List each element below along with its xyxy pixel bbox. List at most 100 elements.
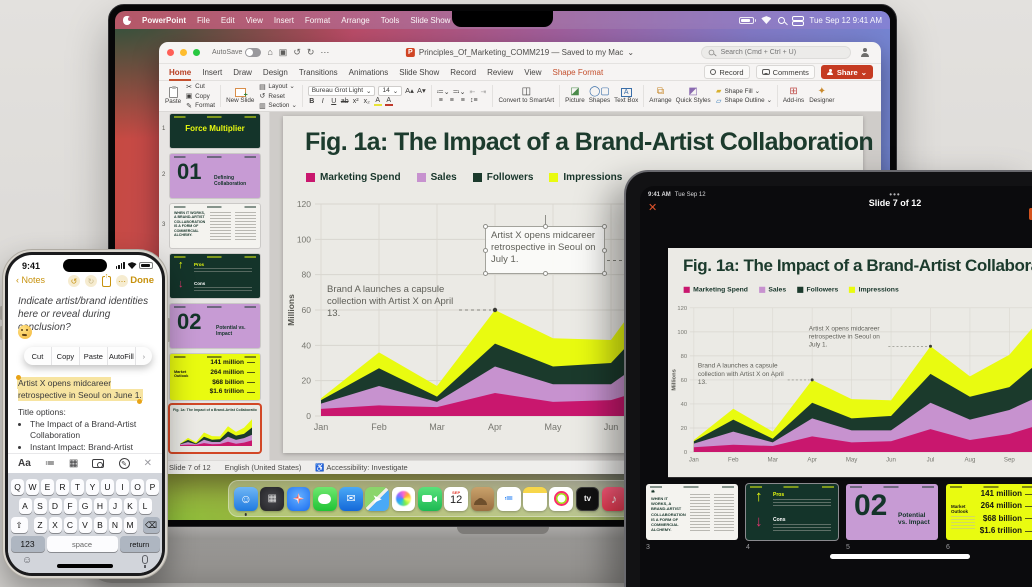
convert-smartart-button[interactable]: ◫Convert to SmartArt [498,83,554,109]
tab-review[interactable]: Review [487,66,513,79]
camera-icon[interactable] [92,459,104,468]
context-copy[interactable]: Copy [52,347,80,365]
text-box-button[interactable]: AText Box [614,88,638,105]
shape-fill-button[interactable]: ▰Shape Fill ⌄ [715,87,772,95]
ipad-home-indicator[interactable] [830,554,970,559]
dock-maps[interactable]: ➤ [365,487,389,511]
more-options-icon[interactable]: ⋯ [116,275,128,287]
key-E[interactable]: E [41,479,54,495]
menu-slide-show[interactable]: Slide Show [410,16,450,25]
accessibility-status[interactable]: ♿ Accessibility: Investigate [315,463,407,472]
slide-thumbnail-5[interactable]: 02 Potential vs. Impact [170,304,260,348]
control-center-icon[interactable] [792,16,802,24]
resize-handle[interactable] [602,248,607,253]
battery-icon[interactable] [739,17,754,24]
shrink-font-icon[interactable]: A▾ [417,86,426,96]
resize-handle[interactable] [602,224,607,229]
selection-handle-end[interactable] [137,399,142,404]
key-A[interactable]: A [19,498,32,514]
dock-music[interactable]: ♪ [602,487,626,511]
key-I[interactable]: I [116,479,129,495]
resize-handle[interactable] [483,271,488,276]
language-status[interactable]: English (United States) [225,463,302,472]
home-icon[interactable]: ⌂ [267,48,272,57]
key-L[interactable]: L [139,498,152,514]
tab-shape-format[interactable]: Shape Format [553,66,604,79]
numbered-list-button[interactable]: ≕⌄ [453,88,466,96]
align-right-button[interactable]: ≡ [459,97,467,104]
tab-design[interactable]: Design [263,66,288,79]
new-slide-button[interactable]: New Slide [226,88,254,105]
paste-button[interactable]: Paste [165,87,181,106]
share-icon[interactable] [102,276,111,287]
more-toolbar-icon[interactable]: ⋯ [320,48,329,57]
redo-icon[interactable]: ↻ [85,275,97,287]
close-slideshow-button[interactable]: ✕ [648,203,657,214]
key-D[interactable]: D [49,498,62,514]
section-button[interactable]: ▥Section ⌄ [258,102,296,110]
key-O[interactable]: O [131,479,144,495]
ipad-thumbnail-3[interactable]: ❝ WHEN IT WORKS, A BRAND-ARTIST COLLABOR… [646,484,738,540]
font-name-select[interactable]: Bureau Grot Light⌄ [308,86,376,96]
tab-home[interactable]: Home [169,66,191,79]
bold-button[interactable]: B [308,98,316,105]
key-Y[interactable]: Y [86,479,99,495]
menu-edit[interactable]: Edit [221,16,235,25]
reset-button[interactable]: ↺Reset [258,92,296,100]
line-spacing-button[interactable]: ↕≡ [470,97,478,104]
align-left-button[interactable]: ≡ [437,97,445,104]
close-toolbar-icon[interactable]: ✕ [144,458,152,469]
slide-7-presentation-view[interactable]: Fig. 1a: The Impact of a Brand-Artist Co… [668,248,1032,477]
subscript-button[interactable]: x₂ [363,98,371,105]
copy-button[interactable]: ▣Copy [185,92,215,100]
title-chevron-icon[interactable]: ⌄ [627,48,634,57]
arrange-button[interactable]: ⧉Arrange [649,87,671,105]
context-[interactable]: › [136,347,152,365]
cut-button[interactable]: ✂Cut [185,83,215,91]
ipad-thumbnail-4[interactable]: ↑ Pros ↓ Cons [746,484,838,540]
menu-file[interactable]: File [197,16,210,25]
dock-reminders[interactable] [497,487,521,511]
layout-button[interactable]: ▤Layout ⌄ [258,83,296,91]
tab-transitions[interactable]: Transitions [299,66,338,79]
quick-styles-button[interactable]: ◩Quick Styles [676,87,711,105]
grow-font-icon[interactable]: A▴ [405,86,414,96]
font-size-select[interactable]: 14⌄ [378,86,402,96]
key-X[interactable]: X [49,517,62,533]
tab-draw[interactable]: Draw [233,66,252,79]
format-text-icon[interactable]: Aa [18,458,31,469]
undo-icon[interactable]: ↺ [293,48,301,57]
tab-view[interactable]: View [524,66,541,79]
dock-calendar[interactable]: SEP12 [444,487,468,511]
italic-button[interactable]: I [319,98,327,105]
comments-button[interactable]: Comments [756,65,815,79]
return-key[interactable]: return [120,536,160,552]
search-input[interactable] [719,48,844,57]
strikethrough-button[interactable]: ab [341,98,349,105]
dock-launchpad[interactable]: ▦ [260,487,284,511]
resize-handle[interactable] [483,224,488,229]
font-color-button[interactable]: A [385,97,393,106]
key-K[interactable]: K [124,498,137,514]
slide-counter[interactable]: Slide 7 of 12 [169,463,211,472]
annotation-artist-x-textbox[interactable]: Artist X opens midcareer retrospective i… [485,226,605,274]
highlight-color-button[interactable]: A [374,97,382,106]
save-icon[interactable]: ▣ [279,48,288,57]
dock-finder[interactable]: ☺ [234,487,258,511]
redo-icon[interactable]: ↻ [307,48,315,57]
designer-button[interactable]: ✦Designer [809,83,834,109]
checklist-icon[interactable]: ≔ [45,458,55,469]
context-paste[interactable]: Paste [80,347,108,365]
key-N[interactable]: N [109,517,122,533]
slide-thumbnail-4[interactable]: ↑ Pros ↓ Cons [170,254,260,298]
tab-record[interactable]: Record [450,66,476,79]
format-painter-button[interactable]: ✎Format [185,102,215,110]
shape-outline-button[interactable]: ▱Shape Outline ⌄ [715,97,772,105]
key-J[interactable]: J [109,498,122,514]
back-to-notes-button[interactable]: ‹ Notes [16,275,45,285]
autosave-toggle[interactable] [245,48,261,57]
emoji-keyboard-icon[interactable]: ☺ [22,555,32,566]
key-P[interactable]: P [146,479,159,495]
done-button[interactable]: Done [130,275,154,286]
dock-contacts[interactable] [471,487,495,511]
